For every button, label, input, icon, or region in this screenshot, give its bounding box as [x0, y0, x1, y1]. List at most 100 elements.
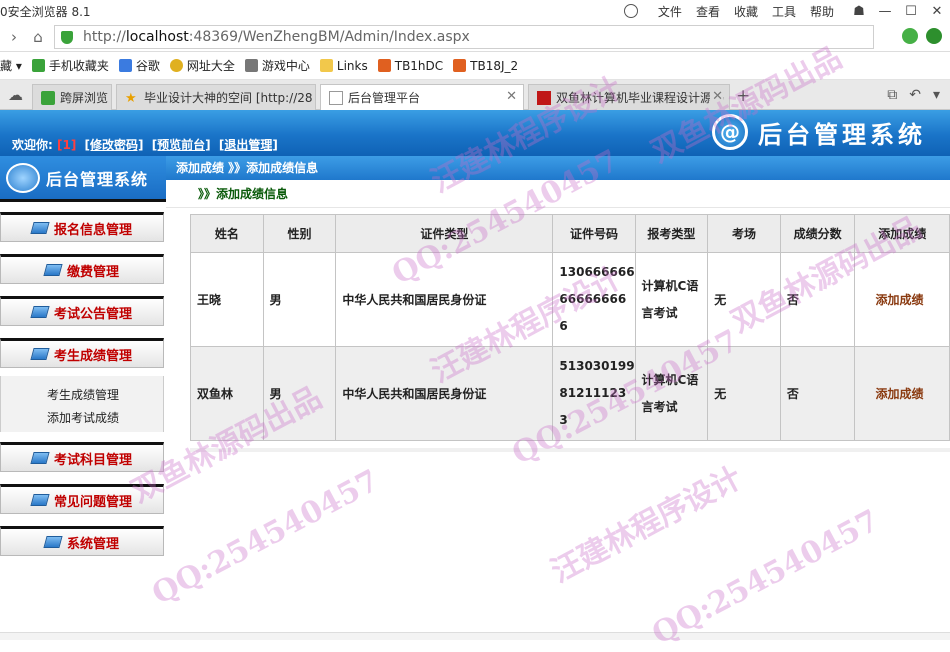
favorites-menu[interactable]: 藏 ▾ — [0, 57, 22, 74]
security-shield-icon — [61, 30, 73, 44]
taobao-icon — [377, 59, 391, 72]
menu-icon — [30, 452, 50, 464]
fav-games-label: 游戏中心 — [261, 59, 310, 73]
exam-line: 言考试 — [641, 399, 678, 414]
phone-icon — [31, 59, 45, 72]
menu-view[interactable]: 查看 — [696, 3, 720, 20]
submenu-item-add-score[interactable]: 添加考试成绩 — [47, 407, 163, 430]
cross-screen-icon — [41, 90, 55, 105]
fav-sites[interactable]: 网址大全 — [169, 57, 235, 74]
sidebar-item-system[interactable]: 系统管理 — [0, 526, 164, 556]
sidebar-item-label: 系统管理 — [66, 536, 119, 552]
close-tab-icon[interactable]: ✕ — [506, 89, 517, 104]
new-tab-icon[interactable]: + — [736, 86, 750, 106]
logout-link[interactable]: [退出管理] — [219, 138, 278, 152]
sidebar-item-payment[interactable]: 缴费管理 — [0, 254, 164, 284]
fav-links-label: Links — [336, 58, 368, 73]
cloud-icon[interactable]: ☁ — [8, 86, 23, 104]
menu-favorites[interactable]: 收藏 — [734, 3, 758, 20]
tab-source[interactable]: 双鱼林计算机毕业课程设计源码 ✕ — [528, 84, 730, 110]
forward-icon[interactable]: › — [4, 28, 24, 46]
sidebar-item-registration[interactable]: 报名信息管理 — [0, 212, 164, 242]
current-user: [1] — [57, 138, 77, 152]
menu-tools[interactable]: 工具 — [772, 3, 796, 20]
status-bar — [0, 632, 950, 640]
cell-room: 无 — [707, 346, 781, 441]
tab-admin[interactable]: 后台管理平台 ✕ — [320, 84, 524, 110]
fav-links[interactable]: Links — [319, 58, 368, 73]
content-divider — [190, 448, 950, 452]
brand: @ 后台管理系统 — [712, 114, 926, 150]
close-window-button[interactable]: ✕ — [924, 4, 950, 19]
tab-cross-screen[interactable]: 跨屏浏览 — [32, 84, 112, 110]
undo-close-icon[interactable]: ↶ — [909, 87, 921, 103]
google-icon — [118, 59, 132, 72]
cell-id-type: 中华人民共和国居民身份证 — [335, 346, 554, 441]
fav-google[interactable]: 谷歌 — [118, 57, 160, 74]
sidebar-title-text: 后台管理系统 — [46, 169, 149, 189]
tab-blog[interactable]: ★ 毕业设计大神的空间 [http://28 — [116, 84, 316, 110]
browser-app-title: 0安全浏览器 8.1 — [0, 5, 91, 19]
cell-name: 双鱼林 — [190, 346, 264, 441]
preview-frontend-link[interactable]: [预览前台] — [152, 138, 211, 152]
column-header: 性别 — [262, 214, 337, 253]
sidebar-logo-icon — [6, 162, 40, 193]
add-score-link[interactable]: 添加成绩 — [875, 387, 923, 401]
menu-help[interactable]: 帮助 — [810, 3, 834, 20]
cell-room: 无 — [707, 252, 781, 347]
url-path: :48369/WenZhengBM/Admin/Index.aspx — [188, 29, 470, 45]
minimize-button[interactable]: — — [872, 4, 898, 19]
sidebar-item-faq[interactable]: 常见问题管理 — [0, 484, 164, 514]
sidebar-item-label: 报名信息管理 — [53, 222, 132, 238]
id-line: 3 — [559, 413, 568, 427]
section-title: 》》添加成绩信息 — [166, 180, 950, 208]
menu-icon — [43, 264, 63, 276]
menu-icon — [30, 222, 50, 234]
globe-icon — [169, 59, 183, 72]
restore-tabs-icon[interactable]: ⧉ — [887, 87, 897, 103]
fav-tb1-label: TB1hDC — [394, 58, 444, 73]
sidebar-item-scores[interactable]: 考生成绩管理 — [0, 338, 164, 368]
home-icon[interactable]: ⌂ — [28, 28, 48, 46]
sidebar-item-subjects[interactable]: 考试科目管理 — [0, 442, 164, 472]
tab-list-icon[interactable]: ▾ — [933, 87, 940, 103]
fav-sites-label: 网址大全 — [186, 59, 235, 73]
user-icon[interactable] — [623, 4, 638, 18]
fav-mobile[interactable]: 手机收藏夹 — [31, 57, 109, 74]
breadcrumb: 添加成绩 》》添加成绩信息 — [166, 156, 950, 180]
star-icon: ★ — [125, 90, 137, 106]
menu-file[interactable]: 文件 — [658, 3, 682, 20]
fav-google-label: 谷歌 — [135, 59, 160, 73]
menu-icon — [30, 348, 50, 360]
site-icon — [537, 90, 551, 105]
url-input[interactable]: http://localhost:48369/WenZhengBM/Admin/… — [54, 25, 874, 49]
at-logo-icon: @ — [712, 114, 748, 150]
menu-icon — [43, 536, 63, 548]
sidebar-item-announcement[interactable]: 考试公告管理 — [0, 296, 164, 326]
fav-tb2[interactable]: TB18J_2 — [453, 59, 518, 73]
cell-gender: 男 — [262, 252, 337, 347]
submenu-item-manage-scores[interactable]: 考生成绩管理 — [47, 384, 163, 407]
table-row: 王晓 男 中华人民共和国居民身份证 130666666 66666666 6 计算机… — [190, 252, 950, 347]
gamepad-icon — [244, 59, 258, 72]
fav-games[interactable]: 游戏中心 — [244, 57, 310, 74]
welcome-label: 欢迎你: — [12, 138, 53, 152]
fav-tb1[interactable]: TB1hDC — [377, 58, 444, 73]
add-score-link[interactable]: 添加成绩 — [875, 293, 923, 307]
accelerate-icon[interactable] — [902, 28, 918, 44]
table-row: 双鱼林 男 中华人民共和国居民身份证 513030199 81211123 3 计算… — [190, 346, 950, 441]
sidebar: 后台管理系统 报名信息管理 缴费管理 考试公告管理 考生成绩管理 考生成绩管理 … — [0, 156, 166, 640]
system-name: 后台管理系统 — [758, 120, 926, 149]
id-line: 66666666 — [559, 292, 627, 306]
sidebar-item-label: 考试公告管理 — [53, 306, 132, 322]
close-tab-icon[interactable]: ✕ — [710, 89, 723, 104]
column-header: 成绩分数 — [779, 214, 856, 253]
maximize-button[interactable]: ☐ — [898, 4, 924, 19]
cell-score: 否 — [779, 346, 856, 441]
skin-icon[interactable]: ☗ — [846, 4, 872, 19]
sidebar-title: 后台管理系统 — [0, 156, 166, 202]
welcome-bar: 欢迎你: [1] [修改密码] [预览前台] [退出管理] — [12, 136, 278, 153]
scores-table-wrap: 姓名 性别 证件类型 证件号码 报考类型 考场 成绩分数 添加成绩 王晓 男 中… — [190, 214, 950, 441]
leaf-icon[interactable] — [926, 28, 942, 44]
change-password-link[interactable]: [修改密码] — [85, 138, 144, 152]
